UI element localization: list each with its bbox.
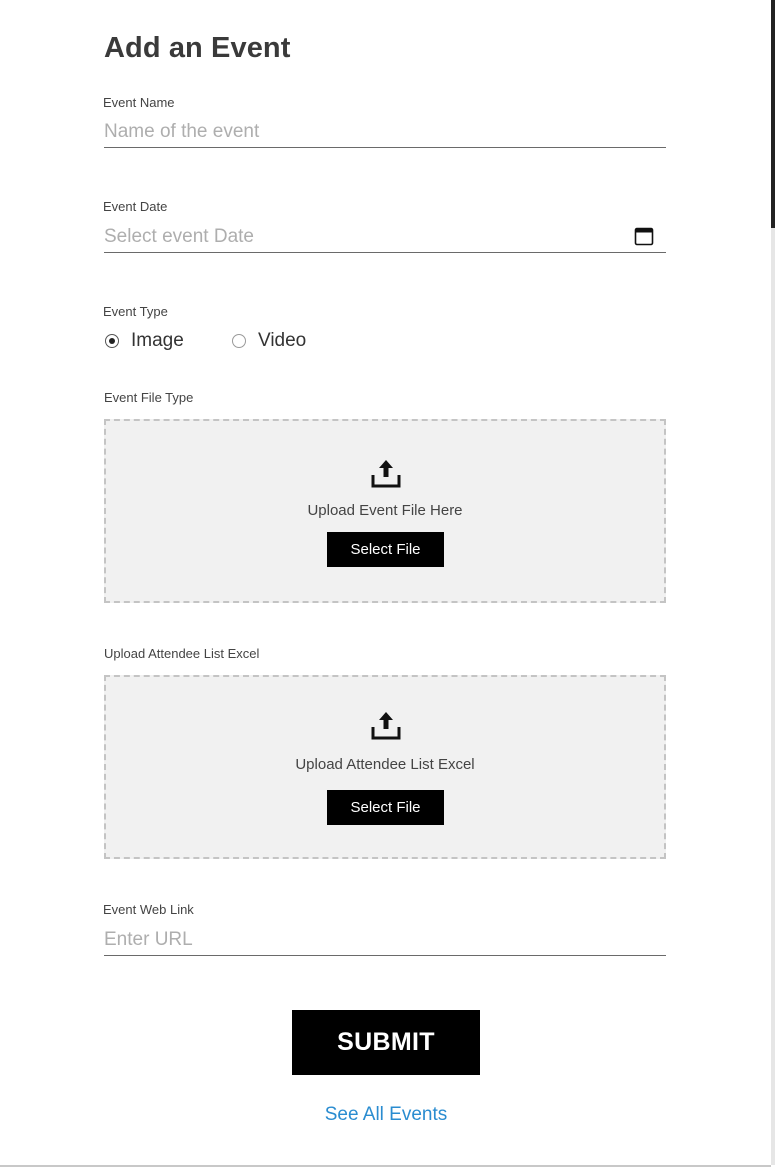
- scrollbar-thumb[interactable]: [771, 0, 775, 228]
- event-name-label: Event Name: [103, 95, 175, 110]
- radio-image-label: Image: [131, 330, 184, 351]
- event-type-label: Event Type: [103, 304, 168, 319]
- event-date-label: Event Date: [103, 199, 168, 214]
- web-link-label: Event Web Link: [103, 902, 194, 917]
- upload-icon: [371, 712, 401, 740]
- radio-video-indicator[interactable]: [232, 334, 246, 348]
- event-file-select-button[interactable]: Select File: [327, 532, 444, 567]
- page-title: Add an Event: [104, 32, 291, 64]
- calendar-icon[interactable]: [634, 226, 654, 246]
- event-name-input[interactable]: [104, 117, 666, 148]
- radio-video-label: Video: [258, 330, 307, 351]
- attendee-list-select-button[interactable]: Select File: [327, 790, 444, 825]
- submit-button[interactable]: SUBMIT: [292, 1010, 480, 1075]
- event-file-label: Event File Type: [104, 390, 194, 405]
- upload-icon: [371, 460, 401, 488]
- event-file-drop-text: Upload Event File Here: [307, 502, 463, 519]
- event-file-dropzone[interactable]: Upload Event File Here Select File: [104, 419, 666, 603]
- add-event-page: Add an Event Event Name Event Date Event…: [0, 0, 771, 1167]
- attendee-list-dropzone[interactable]: Upload Attendee List Excel Select File: [104, 675, 666, 859]
- attendee-list-label: Upload Attendee List Excel: [104, 646, 260, 661]
- event-date-input[interactable]: [104, 222, 666, 253]
- web-link-input[interactable]: [104, 925, 666, 956]
- radio-image[interactable]: Image: [105, 329, 184, 353]
- see-all-events-link[interactable]: See All Events: [286, 1104, 486, 1126]
- radio-video[interactable]: Video: [232, 329, 306, 353]
- radio-selected-dot: [109, 338, 115, 344]
- radio-image-indicator[interactable]: [105, 334, 119, 348]
- attendee-list-drop-text: Upload Attendee List Excel: [295, 756, 475, 773]
